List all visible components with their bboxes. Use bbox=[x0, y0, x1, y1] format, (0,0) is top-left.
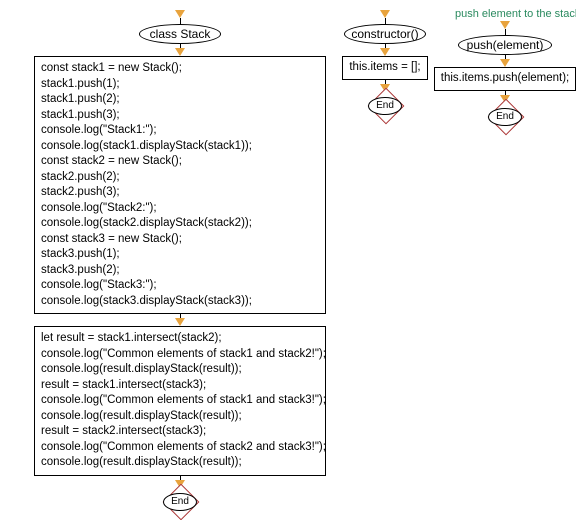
push-label: push(element) bbox=[458, 35, 553, 55]
push-header: push(element) bbox=[458, 35, 553, 55]
end-node-constructor: End bbox=[368, 92, 402, 118]
arrow-icon bbox=[500, 59, 510, 67]
arrow-icon bbox=[175, 48, 185, 56]
arrow-icon bbox=[175, 318, 185, 326]
arrow-icon bbox=[380, 48, 390, 56]
constructor-column: constructor() this.items = []; End bbox=[340, 10, 430, 118]
code-box-2-content: let result = stack1.intersect(stack2); c… bbox=[41, 332, 326, 468]
code-box-2: let result = stack1.intersect(stack2); c… bbox=[34, 326, 326, 476]
main-column: class Stack const stack1 = new Stack(); … bbox=[30, 10, 330, 514]
constructor-label: constructor() bbox=[344, 24, 425, 44]
constructor-body: this.items = []; bbox=[342, 56, 427, 80]
end-label: End bbox=[488, 108, 522, 126]
class-stack-header: class Stack bbox=[139, 24, 222, 44]
code-box-1: const stack1 = new Stack(); stack1.push(… bbox=[34, 56, 326, 314]
constructor-header: constructor() bbox=[344, 24, 425, 44]
end-node-main: End bbox=[163, 488, 197, 514]
push-annotation: push element to the stack bbox=[455, 8, 576, 20]
end-label: End bbox=[163, 493, 197, 511]
end-node-push: End bbox=[488, 103, 522, 129]
push-column: push element to the stack push(element) … bbox=[435, 10, 575, 129]
entry-arrow-push bbox=[500, 21, 510, 29]
entry-arrow-main bbox=[175, 10, 185, 18]
end-label: End bbox=[368, 97, 402, 115]
code-box-1-content: const stack1 = new Stack(); stack1.push(… bbox=[41, 62, 252, 307]
push-body: this.items.push(element); bbox=[434, 67, 576, 91]
flowchart-diagram: class Stack const stack1 = new Stack(); … bbox=[10, 10, 566, 495]
class-stack-label: class Stack bbox=[139, 24, 222, 44]
entry-arrow-constructor bbox=[380, 10, 390, 18]
